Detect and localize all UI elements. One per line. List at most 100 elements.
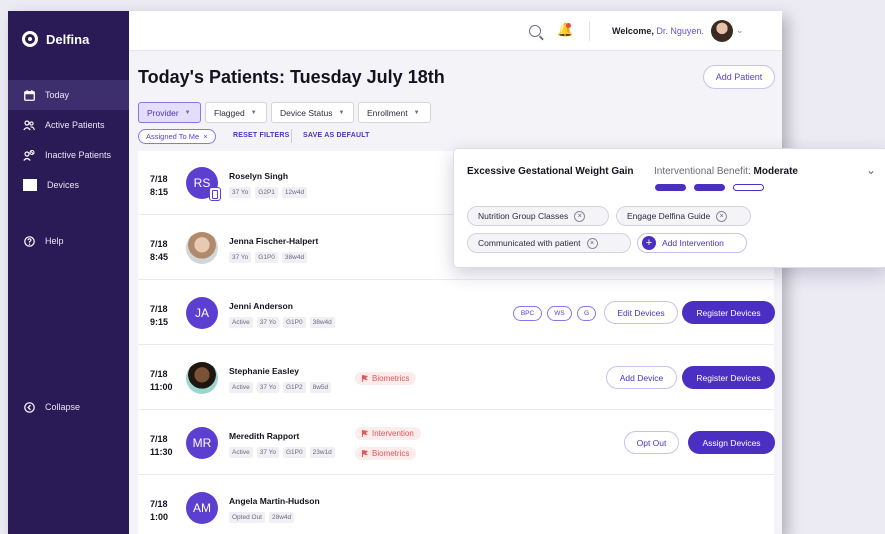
flag-badge[interactable]: Biometrics — [355, 447, 417, 460]
patient-name[interactable]: Meredith Rapport — [229, 431, 299, 441]
close-icon[interactable]: × — [574, 210, 586, 222]
flag-icon — [362, 430, 368, 437]
patient-tags: Active 37 Yo G1P0 23w1d — [229, 447, 335, 458]
table-row[interactable]: 7/18 1:00 AM Angela Martin-Hudson Opted … — [138, 476, 774, 534]
popup-title: Excessive Gestational Weight Gain — [467, 166, 634, 177]
appointment-time: 7/18 8:45 — [150, 238, 168, 264]
patient-name[interactable]: Jenni Anderson — [229, 301, 293, 311]
tag: 23w1d — [309, 447, 335, 458]
device-chip-ws[interactable]: WS — [547, 306, 572, 321]
flag-label: Biometrics — [372, 374, 410, 383]
appointment-hour: 8:15 — [150, 187, 169, 197]
avatar-initials: AM — [193, 501, 211, 515]
caret-down-icon: ▼ — [184, 109, 191, 116]
device-status-filter[interactable]: Device Status ▼ — [271, 102, 354, 123]
register-devices-button[interactable]: Register Devices — [682, 301, 775, 324]
sidebar-item-label: Inactive Patients — [45, 150, 112, 160]
save-as-default-button[interactable]: SAVE AS DEFAULT — [303, 132, 370, 139]
sidebar-item-label: Active Patients — [45, 120, 105, 130]
patient-tags: Opted Out 28w4d — [229, 512, 295, 523]
appointment-time: 7/18 9:15 — [150, 303, 168, 329]
patient-tags: Active 37 Yo G1P0 38w4d — [229, 317, 335, 328]
app-name: Delfina — [46, 31, 90, 47]
flag-badge[interactable]: Intervention — [355, 427, 421, 440]
reset-filters-button[interactable]: RESET FILTERS — [233, 132, 290, 139]
filter-label: Flagged — [214, 107, 245, 118]
patient-name[interactable]: Jenna Fischer-Halpert — [229, 236, 318, 246]
avatar — [186, 362, 218, 394]
sidebar-item-active-patients[interactable]: Active Patients — [8, 110, 129, 140]
patient-tags: 37 Yo G1P0 38w4d — [229, 252, 308, 263]
sidebar-item-devices[interactable]: Devices — [8, 170, 129, 200]
flag-label: Intervention — [372, 429, 414, 438]
sidebar: Delfina Today Active Patients Inactive P… — [8, 11, 129, 534]
avatar — [186, 232, 218, 264]
sidebar-item-today[interactable]: Today — [8, 80, 129, 110]
tag: Active — [229, 447, 253, 458]
benefit-label: Interventional Benefit: Moderate — [654, 166, 798, 177]
intervention-chip[interactable]: Communicated with patient × — [467, 233, 631, 253]
tag: G1P0 — [282, 317, 306, 328]
opt-out-button[interactable]: Opt Out — [624, 431, 679, 454]
add-device-button[interactable]: Add Device — [606, 366, 677, 389]
device-square-icon — [23, 179, 37, 191]
patient-name[interactable]: Roselyn Singh — [229, 171, 288, 181]
provider-filter[interactable]: Provider ▼ — [138, 102, 201, 123]
register-devices-button[interactable]: Register Devices — [682, 366, 775, 389]
appointment-date: 7/18 — [150, 499, 168, 509]
add-intervention-button[interactable]: + Add Intervention — [637, 233, 747, 253]
search-icon[interactable] — [529, 25, 541, 37]
appointment-time: 7/18 11:30 — [150, 433, 173, 459]
flag-label: Biometrics — [372, 449, 410, 458]
enrollment-filter[interactable]: Enrollment ▼ — [358, 102, 431, 123]
page-title: Today's Patients: Tuesday July 18th — [138, 67, 445, 87]
app-logo[interactable]: Delfina — [22, 31, 89, 47]
edit-devices-button[interactable]: Edit Devices — [604, 301, 678, 324]
close-icon[interactable]: × — [203, 132, 207, 141]
benefit-label-text: Interventional Benefit: — [654, 166, 751, 177]
tag: 37 Yo — [256, 447, 279, 458]
flagged-filter[interactable]: Flagged ▼ — [205, 102, 267, 123]
users-icon — [23, 119, 35, 131]
device-chip-g[interactable]: G — [577, 306, 596, 321]
flag-icon — [362, 375, 368, 382]
intervention-popup: Excessive Gestational Weight Gain Interv… — [453, 148, 885, 268]
tag: G1P0 — [282, 447, 306, 458]
assign-devices-button[interactable]: Assign Devices — [688, 431, 775, 454]
tag: 8w5d — [309, 382, 332, 393]
sidebar-item-collapse[interactable]: Collapse — [8, 392, 129, 422]
flag-icon — [362, 450, 368, 457]
sidebar-item-help[interactable]: Help — [8, 226, 129, 256]
avatar: JA — [186, 297, 218, 329]
chevron-down-icon[interactable]: ⌄ — [866, 163, 876, 177]
chevron-down-icon[interactable]: ⌄ — [736, 25, 744, 36]
table-row[interactable]: 7/18 11:00 Stephanie Easley Active 37 Yo… — [138, 346, 775, 410]
appointment-hour: 1:00 — [150, 512, 169, 522]
caret-down-icon: ▼ — [413, 109, 420, 116]
user-avatar[interactable] — [711, 20, 733, 42]
table-row[interactable]: 7/18 11:30 MR Meredith Rapport Active 37… — [138, 411, 775, 475]
sidebar-item-label: Devices — [47, 180, 80, 190]
flag-badge[interactable]: Biometrics — [355, 372, 417, 385]
intervention-chip[interactable]: Nutrition Group Classes × — [467, 206, 609, 226]
chip-label: Nutrition Group Classes — [478, 211, 569, 221]
close-icon[interactable]: × — [586, 237, 598, 249]
patient-name[interactable]: Angela Martin-Hudson — [229, 496, 320, 506]
sidebar-item-inactive-patients[interactable]: Inactive Patients — [8, 140, 129, 170]
doctor-name[interactable]: Dr. Nguyen. — [656, 26, 704, 36]
patient-name[interactable]: Stephanie Easley — [229, 366, 299, 376]
tag: Opted Out — [229, 512, 265, 523]
patient-tags: 37 Yo G2P1 12w4d — [229, 187, 308, 198]
chip-label: Communicated with patient — [478, 238, 581, 248]
intervention-chip[interactable]: Engage Delfina Guide × — [616, 206, 751, 226]
avatar: RS — [186, 167, 221, 201]
collapse-icon — [23, 401, 35, 413]
appointment-hour: 11:30 — [150, 447, 173, 457]
add-patient-button[interactable]: Add Patient — [703, 65, 775, 89]
avatar-initials: RS — [193, 176, 211, 190]
close-icon[interactable]: × — [716, 210, 728, 222]
assigned-to-me-chip[interactable]: Assigned To Me × — [138, 129, 216, 144]
filter-divider — [291, 129, 292, 143]
table-row[interactable]: 7/18 9:15 JA Jenni Anderson Active 37 Yo… — [138, 281, 775, 345]
device-chip-bpc[interactable]: BPC — [513, 306, 542, 321]
